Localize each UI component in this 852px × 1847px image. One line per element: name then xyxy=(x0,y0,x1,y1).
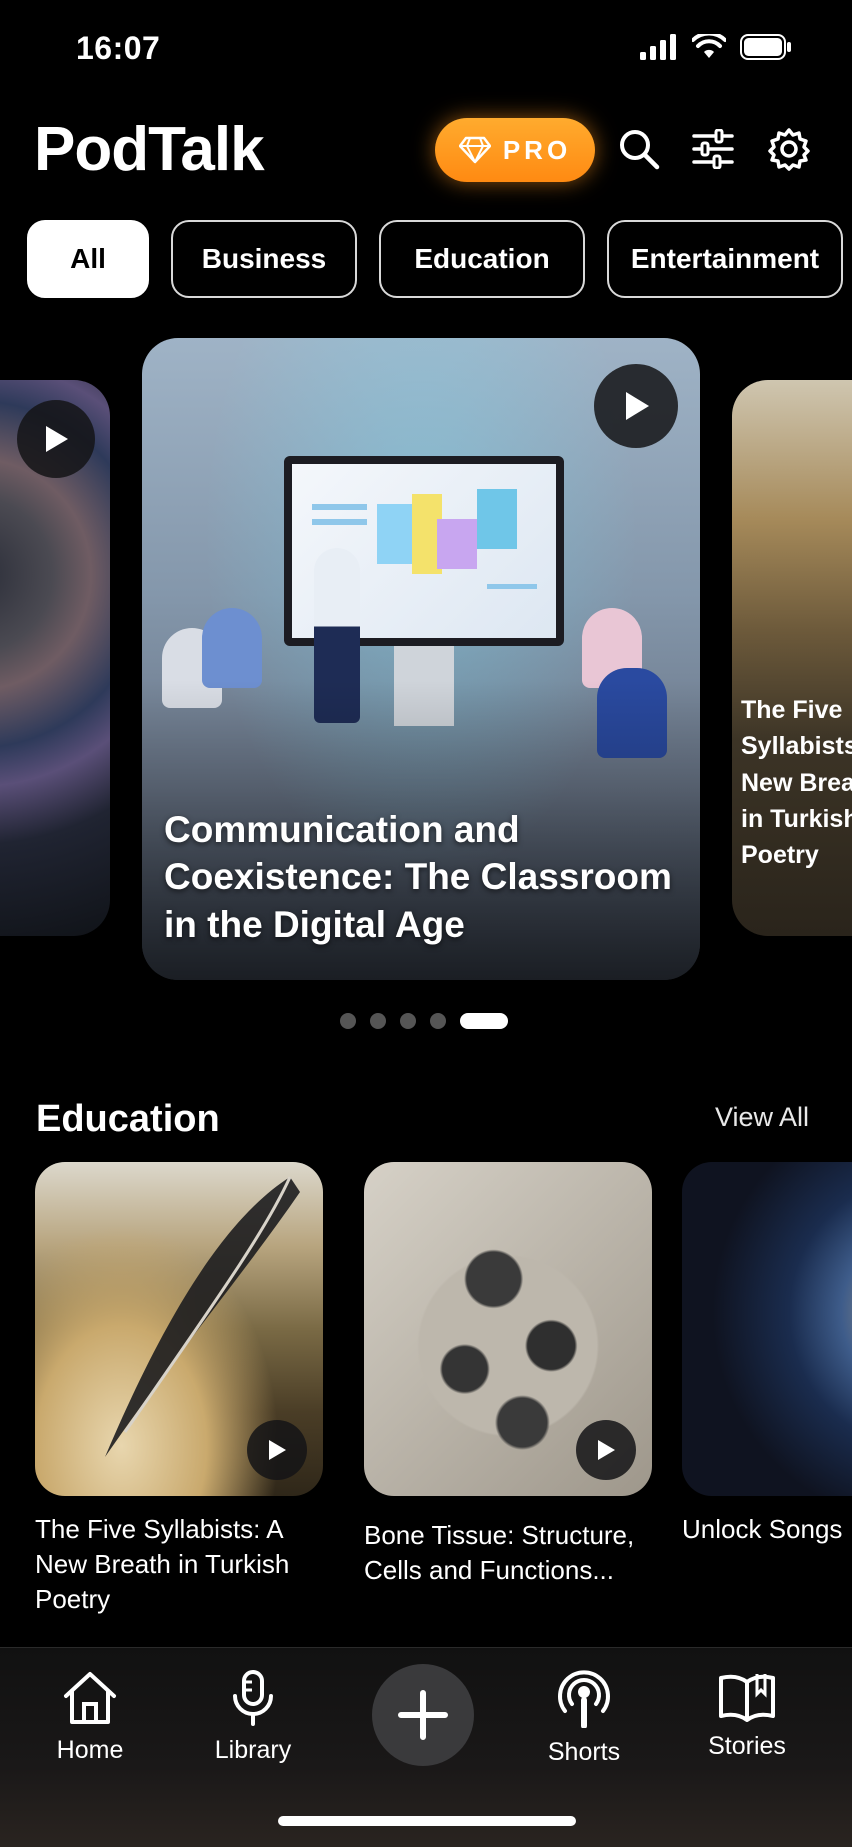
carousel-slide-previous[interactable] xyxy=(0,380,110,936)
pagination-dot[interactable] xyxy=(430,1013,446,1029)
podcast-card[interactable]: The Five Syllabists: A New Breath in Tur… xyxy=(35,1162,323,1617)
category-chips: All Business Education Entertainment xyxy=(27,220,843,298)
status-time: 16:07 xyxy=(76,30,161,66)
play-icon[interactable] xyxy=(247,1420,307,1480)
status-icons xyxy=(640,34,792,60)
slide-title: Communication and Coexistence: The Class… xyxy=(164,808,672,945)
education-card-list: The Five Syllabists: A New Breath in Tur… xyxy=(35,1162,852,1622)
featured-carousel: Communication and Coexistence: The Class… xyxy=(0,338,852,980)
pro-button[interactable]: PRO xyxy=(435,118,595,182)
slide-artwork-student xyxy=(202,608,262,688)
pagination-dot-active[interactable] xyxy=(460,1013,508,1029)
card-thumbnail xyxy=(364,1162,652,1496)
carousel-slide-current[interactable]: Communication and Coexistence: The Class… xyxy=(142,338,700,980)
podcast-card[interactable]: Bone Tissue: Structure, Cells and Functi… xyxy=(364,1162,652,1588)
book-icon xyxy=(719,1674,775,1722)
section-title: Education xyxy=(36,1098,220,1140)
card-thumbnail xyxy=(35,1162,323,1496)
nav-home[interactable]: Home xyxy=(30,1670,150,1765)
carousel-slide-next[interactable]: The Five Syllabists New Brea in Turkish Poet… xyxy=(732,380,852,936)
add-button[interactable] xyxy=(372,1664,474,1766)
battery-icon xyxy=(740,34,791,60)
microphone-icon xyxy=(233,1670,273,1726)
plus-icon xyxy=(398,1690,448,1740)
pro-label: PRO xyxy=(502,134,572,165)
chip-education[interactable]: Education xyxy=(379,220,585,298)
nav-label: Stories xyxy=(708,1732,786,1760)
signal-icon xyxy=(640,34,676,60)
gear-icon[interactable] xyxy=(766,126,812,172)
nav-label: Home xyxy=(56,1736,124,1764)
nav-stories[interactable]: Stories xyxy=(687,1670,807,1761)
card-thumbnail xyxy=(682,1162,852,1496)
play-icon[interactable] xyxy=(576,1420,636,1480)
nav-label: Library xyxy=(214,1736,292,1764)
slide-peek-title: The Five Syllabists New Brea in Turkish Poet… xyxy=(741,696,852,869)
wifi-icon xyxy=(692,34,726,58)
home-indicator[interactable] xyxy=(278,1816,576,1826)
carousel-pagination xyxy=(340,1013,508,1029)
chip-business[interactable]: Business xyxy=(171,220,357,298)
card-title: Bone Tissue: Structure, Cells and Functi… xyxy=(364,1520,635,1586)
search-icon[interactable] xyxy=(616,126,662,172)
header: PodTalk PRO xyxy=(0,100,852,200)
pagination-dot[interactable] xyxy=(370,1013,386,1029)
nav-label: Shorts xyxy=(547,1738,621,1766)
card-title: Unlock Songs xyxy=(682,1514,843,1544)
podcast-card[interactable]: Unlock Songs xyxy=(682,1162,852,1547)
chip-all[interactable]: All xyxy=(27,220,149,298)
play-icon[interactable] xyxy=(17,400,95,478)
pagination-dot[interactable] xyxy=(400,1013,416,1029)
status-bar: 16:07 xyxy=(0,0,852,100)
app-title: PodTalk xyxy=(34,115,265,184)
podcast-icon xyxy=(558,1670,610,1728)
sliders-icon[interactable] xyxy=(690,126,736,172)
play-icon[interactable] xyxy=(594,364,678,448)
nav-library[interactable]: Library xyxy=(193,1670,313,1765)
pagination-dot[interactable] xyxy=(340,1013,356,1029)
view-all-link[interactable]: View All xyxy=(715,1102,809,1133)
card-title: The Five Syllabists: A New Breath in Tur… xyxy=(35,1514,290,1615)
chip-entertainment[interactable]: Entertainment xyxy=(607,220,843,298)
diamond-icon xyxy=(458,136,491,164)
nav-shorts[interactable]: Shorts xyxy=(524,1670,644,1767)
home-icon xyxy=(64,1672,116,1724)
